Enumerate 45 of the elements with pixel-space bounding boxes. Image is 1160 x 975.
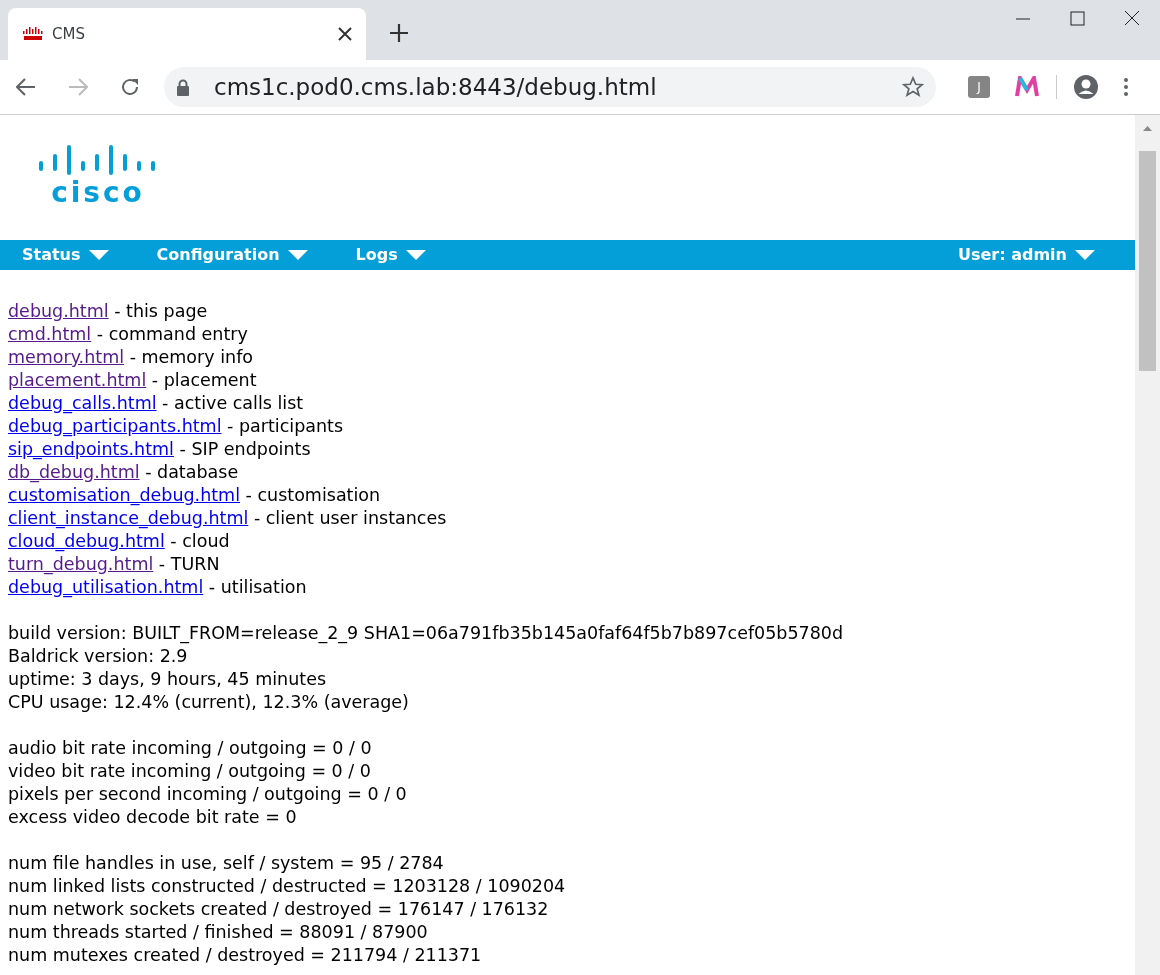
stat-line: num mutexes created / destroyed = 211794 / 211371 — [8, 944, 483, 967]
browser-tab[interactable]: CMS — [8, 8, 366, 60]
page-link[interactable]: db_debug.html — [8, 462, 140, 482]
stat-line: excess video decode bit rate = 0 — [8, 806, 298, 829]
link-description: - active calls list — [161, 393, 304, 413]
page-link[interactable]: cmd.html — [8, 324, 92, 344]
link-description: - utilisation — [207, 577, 307, 597]
stat-line: num file handles in use, self / system = 95 / 2784 — [8, 852, 445, 875]
address-bar[interactable]: cms1c.pod0.cms.lab:8443/debug.html — [164, 67, 936, 107]
page-link[interactable]: client_instance_debug.html — [8, 508, 249, 528]
link-description: - database — [144, 462, 239, 482]
page-link[interactable]: cloud_debug.html — [8, 531, 165, 551]
link-description: - TURN — [157, 554, 220, 574]
extension-button[interactable]: J — [968, 76, 990, 98]
link-description: - customisation — [244, 485, 381, 505]
stat-line: num threads started / finished = 88091 / 87900 — [8, 921, 429, 944]
page-link[interactable]: customisation_debug.html — [8, 485, 241, 505]
page-link[interactable]: sip_endpoints.html — [8, 439, 174, 459]
page-link[interactable]: debug_utilisation.html — [8, 577, 204, 597]
stat-line: video bit rate incoming / outgoing = 0 / 0 — [8, 760, 372, 783]
link-description: - this page — [113, 301, 208, 321]
page-link[interactable]: debug_calls.html — [8, 393, 157, 413]
link-description: - client user instances — [252, 508, 447, 528]
page-link[interactable]: debug_participants.html — [8, 416, 222, 436]
page-link[interactable]: memory.html — [8, 347, 125, 367]
tab-title: CMS — [52, 23, 86, 45]
page-link[interactable]: debug.html — [8, 301, 109, 321]
logo-text: cisco — [51, 177, 145, 209]
page-link[interactable]: turn_debug.html — [8, 554, 154, 574]
link-description: - SIP endpoints — [178, 439, 311, 459]
link-description: - command entry — [95, 324, 248, 344]
stat-line: num linked lists constructed / destructed = 1203128 / 1090204 — [8, 875, 567, 898]
stat-line: num network sockets created / destroyed = 176147 / 176132 — [8, 898, 550, 921]
stat-line: Baldrick version: 2.9 — [8, 645, 189, 668]
link-description: - memory info — [128, 347, 253, 367]
stat-line: uptime: 3 days, 9 hours, 45 minutes — [8, 668, 328, 691]
page-link[interactable]: placement.html — [8, 370, 147, 390]
link-description: - cloud — [169, 531, 230, 551]
stat-line: audio bit rate incoming / outgoing = 0 / 0 — [8, 737, 373, 760]
stat-line: pixels per second incoming / outgoing = 0 / 0 — [8, 783, 408, 806]
stat-line: build version: BUILT_FROM=release_2_9 SHA1=06a791fb35b145a0faf64f5b7b897cef05b5780d — [8, 622, 845, 645]
stat-line: CPU usage: 12.4% (current), 12.3% (average) — [8, 691, 410, 714]
url-text: cms1c.pod0.cms.lab:8443/debug.html — [214, 72, 658, 102]
link-description: - placement — [150, 370, 257, 390]
link-description: - participants — [226, 416, 344, 436]
